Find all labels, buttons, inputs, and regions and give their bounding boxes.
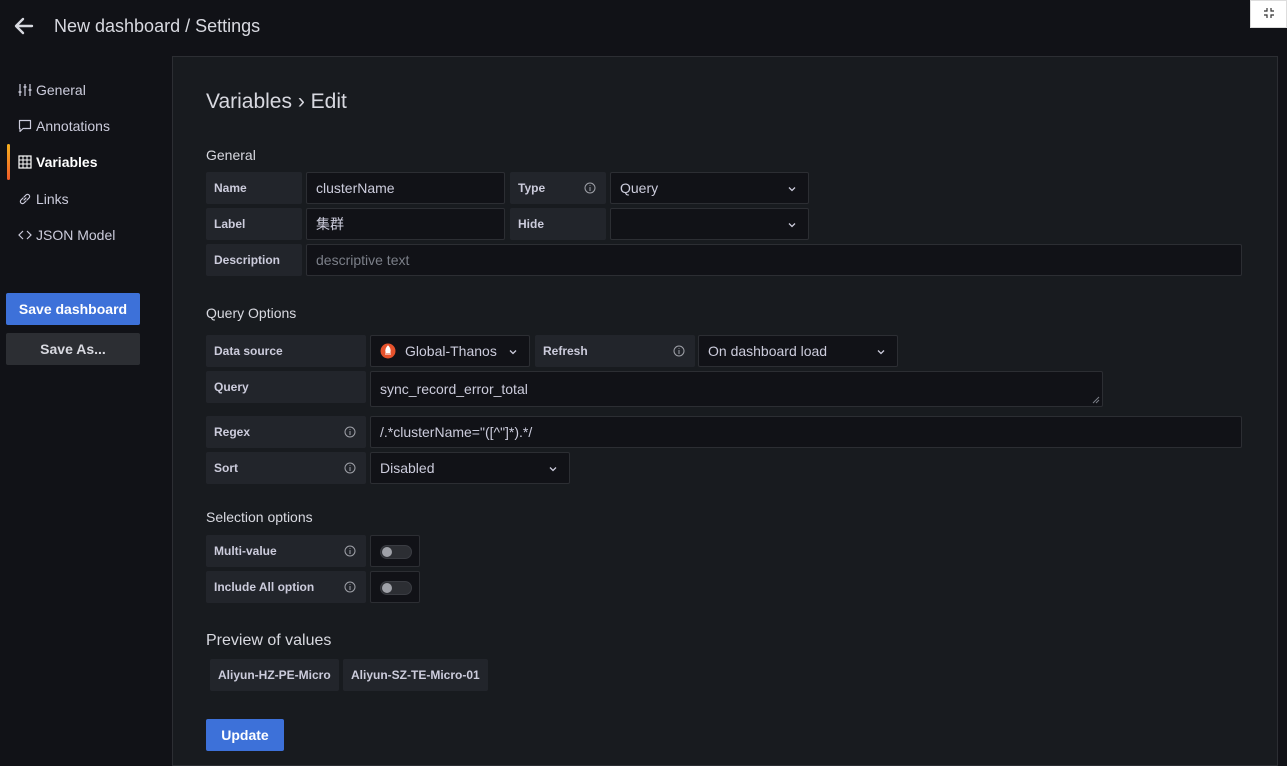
info-icon[interactable] — [344, 462, 356, 474]
sidebar-item-label: Links — [36, 191, 69, 207]
general-section-title: General — [206, 147, 256, 163]
exit-fullscreen-button[interactable] — [1250, 0, 1287, 28]
type-label-text: Type — [518, 181, 546, 195]
include-all-toggle-container — [370, 571, 420, 603]
update-button[interactable]: Update — [206, 719, 284, 751]
chevron-down-icon — [549, 467, 557, 472]
regex-input[interactable]: /.*clusterName="([^"]*).*/ — [370, 416, 1242, 448]
refresh-select[interactable]: On dashboard load — [698, 335, 898, 367]
description-input[interactable]: descriptive text — [306, 244, 1242, 276]
page-title: New dashboard / Settings — [54, 16, 261, 36]
multi-value-label: Multi-value — [206, 535, 366, 567]
include-all-label-text: Include All option — [214, 580, 315, 594]
preview-value: Aliyun-SZ-TE-Micro-01 — [343, 659, 488, 691]
multi-value-toggle-container — [370, 535, 420, 567]
info-icon[interactable] — [344, 545, 356, 557]
save-dashboard-button[interactable]: Save dashboard — [6, 293, 140, 325]
preview-title: Preview of values — [206, 632, 332, 649]
toggle-knob — [382, 547, 392, 557]
label-label: Label — [206, 208, 302, 240]
info-icon[interactable] — [673, 345, 685, 357]
calculator-icon — [17, 154, 33, 170]
refresh-value: On dashboard load — [708, 343, 828, 359]
hide-label: Hide — [510, 208, 606, 240]
regex-label: Regex — [206, 416, 366, 448]
preview-value: Aliyun-HZ-PE-Micro — [210, 659, 339, 691]
sort-label: Sort — [206, 452, 366, 484]
multi-value-label-text: Multi-value — [214, 544, 277, 558]
name-value: clusterName — [316, 180, 395, 196]
multi-value-toggle[interactable] — [380, 545, 412, 559]
top-bar: New dashboard / Settings — [0, 0, 1287, 56]
resize-handle-icon[interactable] — [1092, 396, 1100, 404]
sidebar-item-label: JSON Model — [36, 227, 116, 243]
sidebar-item-links[interactable]: Links — [0, 185, 172, 213]
active-indicator — [7, 144, 10, 180]
comment-icon — [17, 118, 33, 134]
chevron-down-icon — [509, 350, 517, 355]
include-all-toggle[interactable] — [380, 581, 412, 595]
include-all-label: Include All option — [206, 571, 366, 603]
regex-label-text: Regex — [214, 425, 251, 439]
query-options-section-title: Query Options — [206, 305, 297, 321]
editor-heading: Variables › Edit — [206, 90, 347, 113]
regex-value: /.*clusterName="([^"]*).*/ — [380, 424, 533, 440]
sort-select[interactable]: Disabled — [370, 452, 570, 484]
label-value: 集群 — [316, 216, 344, 232]
sidebar-item-annotations[interactable]: Annotations — [0, 112, 172, 140]
label-input[interactable]: 集群 — [306, 208, 505, 240]
info-icon[interactable] — [584, 182, 596, 194]
settings-sidebar: General Annotations Variables Links JSON… — [0, 56, 172, 760]
sidebar-item-variables[interactable]: Variables — [0, 144, 172, 180]
hide-select[interactable] — [610, 208, 809, 240]
type-value: Query — [620, 180, 659, 196]
sidebar-item-json-model[interactable]: JSON Model — [0, 221, 172, 249]
refresh-label-text: Refresh — [543, 344, 588, 358]
link-icon — [17, 191, 33, 207]
chevron-down-icon — [788, 223, 796, 228]
query-value: sync_record_error_total — [380, 381, 528, 397]
sidebar-item-label: Variables — [36, 154, 98, 170]
compress-icon — [1264, 8, 1274, 18]
variable-editor-panel: Variables › Edit General Name clusterNam… — [172, 56, 1278, 766]
name-label: Name — [206, 172, 302, 204]
chevron-down-icon — [788, 187, 796, 192]
chevron-down-icon — [877, 350, 885, 355]
sidebar-item-general[interactable]: General — [0, 76, 172, 104]
type-label: Type — [510, 172, 606, 204]
datasource-picker[interactable]: Global-Thanos — [370, 335, 530, 367]
description-placeholder: descriptive text — [316, 252, 410, 268]
sort-label-text: Sort — [214, 461, 238, 475]
prometheus-icon — [380, 343, 396, 359]
sidebar-item-label: General — [36, 82, 86, 98]
datasource-value: Global-Thanos — [405, 343, 497, 359]
info-icon[interactable] — [344, 581, 356, 593]
save-as-button[interactable]: Save As... — [6, 333, 140, 365]
type-select[interactable]: Query — [610, 172, 809, 204]
sliders-icon — [17, 82, 33, 98]
description-label: Description — [206, 244, 302, 276]
toggle-knob — [382, 583, 392, 593]
name-input[interactable]: clusterName — [306, 172, 505, 204]
sort-value: Disabled — [380, 460, 435, 476]
info-icon[interactable] — [344, 426, 356, 438]
code-icon — [17, 227, 33, 243]
refresh-label: Refresh — [535, 335, 695, 367]
query-textarea[interactable]: sync_record_error_total — [370, 371, 1103, 407]
query-label: Query — [206, 371, 366, 403]
arrow-left-icon[interactable] — [12, 14, 36, 38]
selection-options-section-title: Selection options — [206, 509, 313, 525]
sidebar-item-label: Annotations — [36, 118, 110, 134]
datasource-label: Data source — [206, 335, 366, 367]
